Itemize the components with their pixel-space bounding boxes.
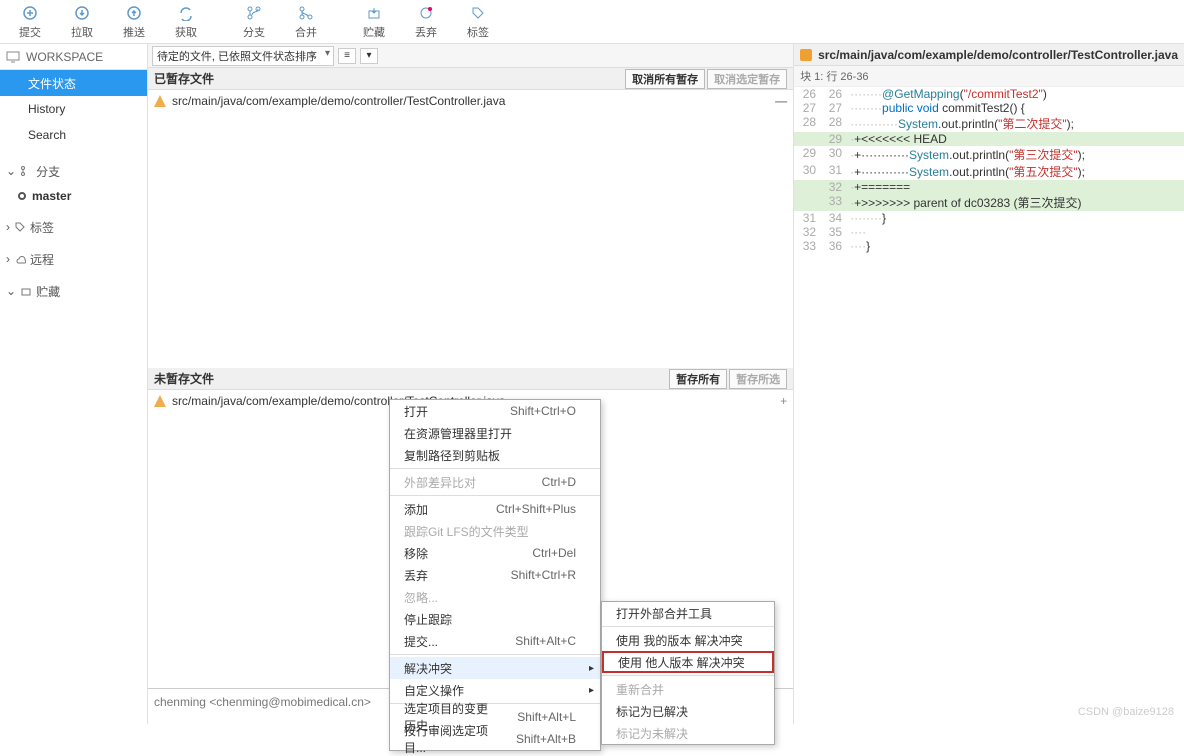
menu-item[interactable]: 自定义操作: [390, 679, 600, 701]
menu-item: 跟踪Git LFS的文件类型: [390, 520, 600, 542]
unstage-selected-btn[interactable]: 取消选定暂存: [707, 69, 787, 89]
menu-item[interactable]: 在资源管理器里打开: [390, 422, 600, 444]
monitor-icon: [6, 50, 20, 64]
watermark: CSDN @baize9128: [1078, 706, 1174, 718]
sidebar-item-filestatus[interactable]: 文件状态: [0, 70, 147, 96]
tb-stash[interactable]: 贮藏: [348, 0, 400, 43]
menu-item: 标记为未解决: [602, 722, 774, 744]
view-dropdown-btn[interactable]: ▾: [360, 48, 378, 64]
conflict-icon: [154, 395, 166, 407]
menu-item[interactable]: 移除Ctrl+Del: [390, 542, 600, 564]
commit-icon: [21, 4, 39, 22]
tb-commit[interactable]: 提交: [4, 0, 56, 43]
pull-icon: [73, 4, 91, 22]
filter-bar: 待定的文件, 已依照文件状态排序 ≡ ▾: [148, 44, 793, 68]
stash-icon: [20, 285, 32, 297]
menu-item[interactable]: 提交...Shift+Alt+C: [390, 630, 600, 652]
tags-header[interactable]: ›标签: [0, 214, 147, 240]
main-toolbar: 提交 拉取 推送 获取 分支 合并 贮藏 丢弃 标签: [0, 0, 1184, 44]
resolve-submenu: 打开外部合并工具使用 我的版本 解决冲突使用 他人版本 解决冲突重新合并标记为已…: [601, 601, 775, 745]
unstage-file-icon[interactable]: —: [775, 94, 787, 108]
sidebar: WORKSPACE 文件状态 History Search ⌄分支 master…: [0, 44, 148, 724]
unstage-all-btn[interactable]: 取消所有暂存: [625, 69, 705, 89]
menu-item: 重新合并: [602, 678, 774, 700]
menu-item[interactable]: 打开Shift+Ctrl+O: [390, 400, 600, 422]
tag-icon: [14, 221, 26, 233]
menu-item[interactable]: 打开外部合并工具: [602, 602, 774, 624]
unstaged-header: 未暂存文件 暂存所有 暂存所选: [148, 368, 793, 390]
staged-file-row[interactable]: src/main/java/com/example/demo/controlle…: [148, 90, 793, 112]
tb-branch[interactable]: 分支: [228, 0, 280, 43]
view-list-btn[interactable]: ≡: [338, 48, 356, 64]
branch-current-icon: [18, 192, 26, 200]
menu-item[interactable]: 复制路径到剪贴板: [390, 444, 600, 466]
menu-item[interactable]: 使用 我的版本 解决冲突: [602, 629, 774, 651]
tag-icon: [469, 4, 487, 22]
workspace-header: WORKSPACE: [0, 44, 147, 70]
tb-fetch[interactable]: 获取: [160, 0, 212, 43]
sidebar-item-search[interactable]: Search: [0, 122, 147, 148]
tb-push[interactable]: 推送: [108, 0, 160, 43]
stage-file-icon[interactable]: +: [780, 394, 787, 408]
tb-pull[interactable]: 拉取: [56, 0, 108, 43]
cloud-icon: [14, 253, 26, 265]
tb-merge[interactable]: 合并: [280, 0, 332, 43]
menu-item[interactable]: 添加Ctrl+Shift+Plus: [390, 498, 600, 520]
menu-item: 外部差异比对Ctrl+D: [390, 471, 600, 493]
chevron-down-icon: ⌄: [6, 164, 16, 178]
menu-item[interactable]: 标记为已解决: [602, 700, 774, 722]
menu-item[interactable]: 按行审阅选定项目...Shift+Alt+B: [390, 728, 600, 750]
tb-discard[interactable]: 丢弃: [400, 0, 452, 43]
stash-icon: [365, 4, 383, 22]
chevron-right-icon: ›: [6, 220, 10, 234]
branch-master[interactable]: master: [0, 184, 147, 208]
stage-all-btn[interactable]: 暂存所有: [669, 369, 727, 389]
menu-item[interactable]: 使用 他人版本 解决冲突: [602, 651, 774, 673]
context-menu: 打开Shift+Ctrl+O在资源管理器里打开复制路径到剪贴板外部差异比对Ctr…: [389, 399, 601, 751]
diff-code: 2626········@GetMapping("/commitTest2")2…: [794, 87, 1184, 253]
diff-header: src/main/java/com/example/demo/controlle…: [794, 44, 1184, 66]
menu-item[interactable]: 解决冲突: [390, 657, 600, 679]
stage-selected-btn[interactable]: 暂存所选: [729, 369, 787, 389]
discard-icon: [417, 4, 435, 22]
menu-item: 忽略...: [390, 586, 600, 608]
staged-header: 已暂存文件 取消所有暂存 取消选定暂存: [148, 68, 793, 90]
conflict-icon: [154, 95, 166, 107]
push-icon: [125, 4, 143, 22]
branches-header[interactable]: ⌄分支: [0, 158, 147, 184]
file-icon: [800, 49, 812, 61]
chevron-right-icon: ›: [6, 252, 10, 266]
branch-icon: [20, 165, 32, 177]
menu-item[interactable]: 丢弃Shift+Ctrl+R: [390, 564, 600, 586]
tb-tag[interactable]: 标签: [452, 0, 504, 43]
fetch-icon: [177, 4, 195, 22]
sort-combo[interactable]: 待定的文件, 已依照文件状态排序: [152, 46, 334, 66]
stashes-header[interactable]: ⌄贮藏: [0, 278, 147, 304]
sidebar-item-history[interactable]: History: [0, 96, 147, 122]
remotes-header[interactable]: ›远程: [0, 246, 147, 272]
branch-icon: [245, 4, 263, 22]
hunk-header: 块 1: 行 26-36: [794, 66, 1184, 87]
chevron-down-icon: ⌄: [6, 284, 16, 298]
menu-item[interactable]: 停止跟踪: [390, 608, 600, 630]
merge-icon: [297, 4, 315, 22]
